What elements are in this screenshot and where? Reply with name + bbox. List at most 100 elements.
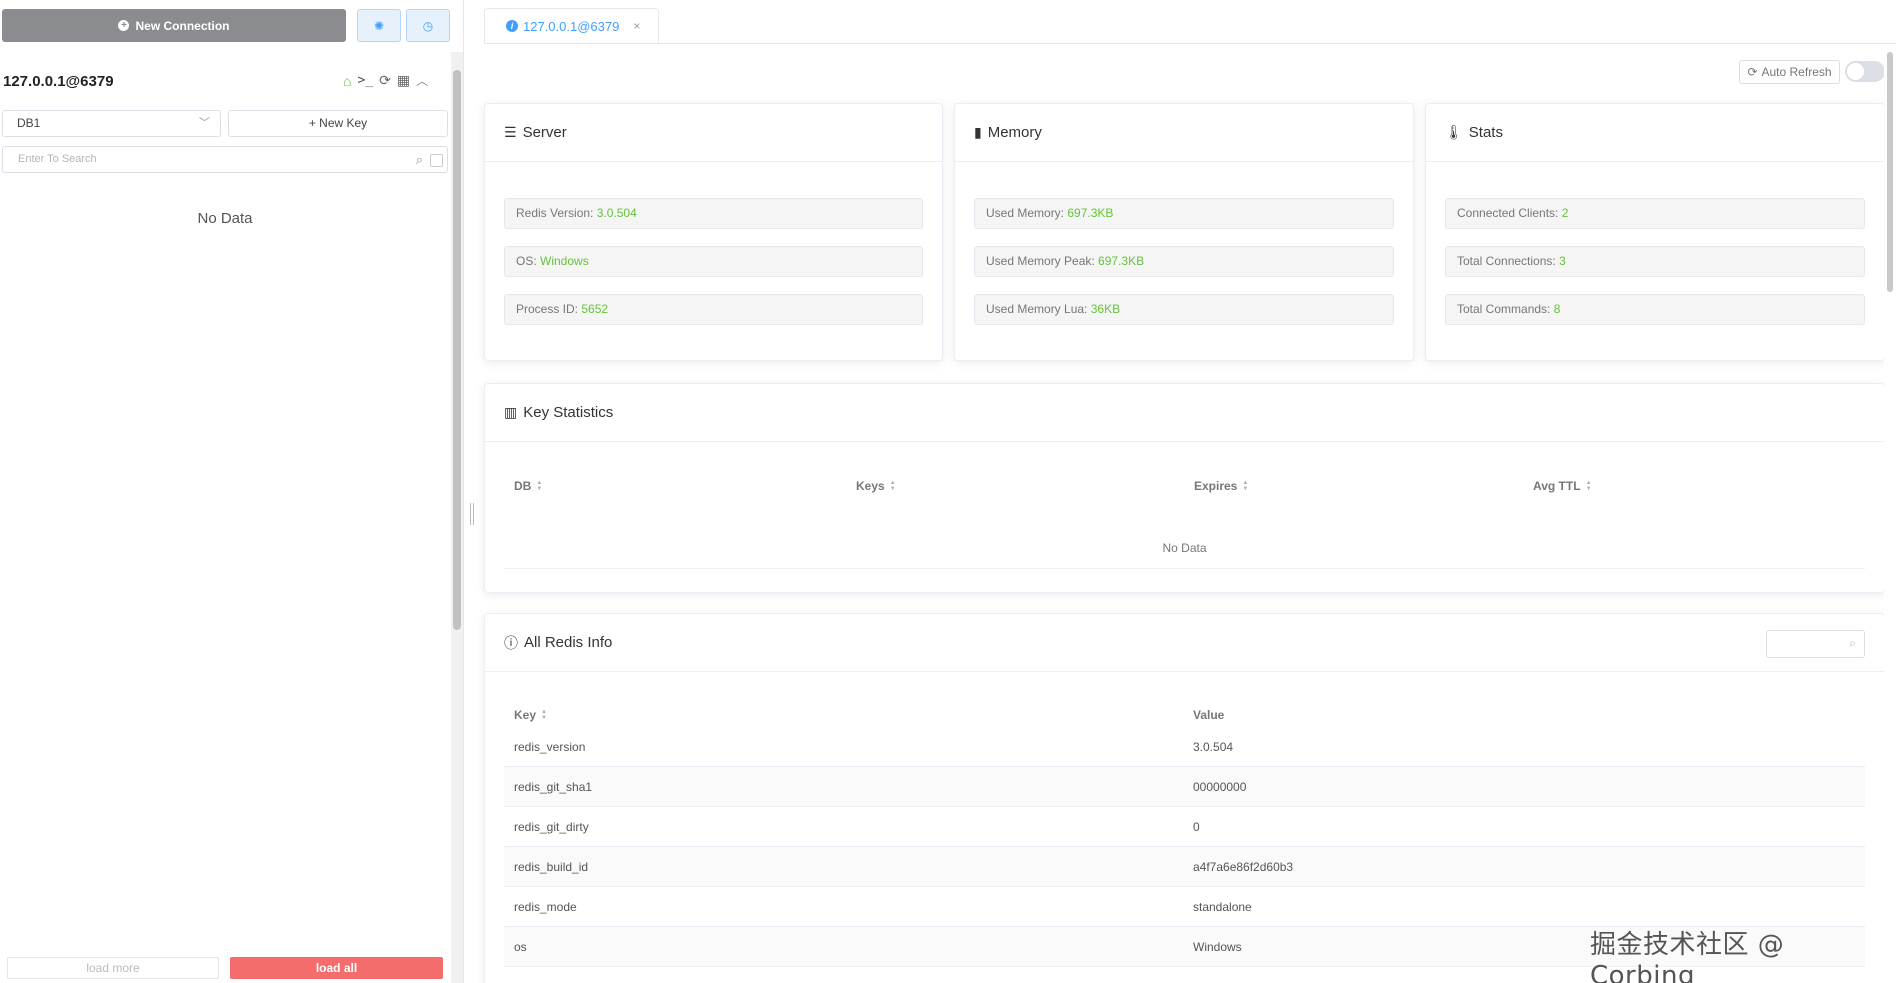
key-statistics-title: Key Statistics [523,404,614,421]
chevron-up-icon[interactable]: ︿ [416,72,428,89]
new-connection-button[interactable]: + New Connection [2,9,346,42]
info-icon: i [506,20,518,32]
sort-icon[interactable]: ▲ ▼ [1242,480,1248,492]
memory-card-header: ▮ Memory [955,104,1413,162]
auto-refresh-toggle[interactable] [1845,61,1885,82]
info-circle-icon: ⓘ [504,634,518,651]
stats-info-row: Total Connections: 3 [1445,246,1865,277]
all-redis-info-title: All Redis Info [524,634,613,651]
column-header-expires[interactable]: Expires ▲ ▼ [1194,479,1248,493]
server-info-row: Process ID: 5652 [504,294,923,325]
new-connection-label: New Connection [135,18,230,33]
sidebar-scrollbar-thumb[interactable] [453,70,461,630]
grid-icon[interactable]: ▦ [397,72,410,89]
info-value: 3 [1559,254,1566,268]
column-label: Keys [856,479,885,493]
info-value: 697.3KB [1098,254,1145,268]
info-label: Process ID: [516,302,582,316]
column-header-avg-ttl[interactable]: Avg TTL ▲ ▼ [1533,479,1592,493]
key-statistics-empty: No Data [504,527,1865,569]
sidebar-scrollbar[interactable] [451,52,463,983]
server-info-row: Redis Version: 3.0.504 [504,198,923,229]
sort-icon[interactable]: ▲ ▼ [536,480,542,492]
all-redis-info-header: ⓘ All Redis Info [485,614,1884,672]
thermometer-icon: 🌡 [1445,124,1463,140]
column-header-key[interactable]: Key ▲ ▼ [514,708,547,722]
info-value: 2 [1561,206,1569,220]
row-value: 0 [1193,820,1200,834]
row-value: 3.0.504 [1193,740,1234,754]
table-row: redis_git_dirty 0 [504,807,1865,847]
key-statistics-table: DB ▲ ▼ Keys ▲ ▼ Expires ▲ ▼ Avg TTL ▲ ▼ No D… [504,479,1865,579]
main-scrollbar-thumb[interactable] [1887,52,1893,292]
row-key: redis_git_sha1 [514,780,593,794]
gear-icon: ✺ [373,18,385,33]
key-search-input[interactable]: Enter To Search ⌕ [2,146,448,173]
toggle-knob [1847,63,1864,80]
search-icon[interactable]: ⌕ [416,147,423,172]
resize-handle[interactable] [470,503,474,525]
column-header-value: Value [1193,708,1224,722]
server-card-header: ☰ Server [485,104,942,162]
sidebar-toolbar: + New Connection ✺ ◷ [2,9,458,42]
info-label: Used Memory Peak: [986,254,1099,268]
watermark: 掘金技术社区 @ Corbing [1590,930,1785,983]
stats-card-header: 🌡 Stats [1426,104,1884,162]
plus-circle-icon: + [118,20,130,31]
main-scrollbar[interactable] [1884,52,1896,983]
key-list-empty: No Data [197,210,253,227]
info-value: 697.3KB [1067,206,1114,220]
key-search-placeholder: Enter To Search [18,153,97,165]
info-label: OS: [516,254,541,268]
db-select-value: DB1 [17,116,41,130]
table-row: redis_build_id a4f7a6e86f2d60b3 [504,847,1865,887]
stats-info-row: Total Commands: 8 [1445,294,1865,325]
new-key-button[interactable]: + New Key [228,110,448,137]
exact-search-checkbox[interactable] [430,154,443,167]
server-icon: ☰ [504,124,517,140]
connection-name[interactable]: 127.0.0.1@6379 [3,73,114,90]
memory-info-row: Used Memory: 697.3KB [974,198,1394,229]
server-info-row: OS: Windows [504,246,923,277]
sort-icon[interactable]: ▲ ▼ [1586,480,1592,492]
table-row: redis_version 3.0.504 [504,727,1865,767]
tab-connection[interactable]: i 127.0.0.1@6379 × [484,8,659,44]
info-label: Used Memory: [986,206,1068,220]
info-value: Windows [540,254,589,268]
sidebar: + New Connection ✺ ◷ 127.0.0.1@6379 ⌂ >_… [0,0,463,983]
load-more-button[interactable]: load more [7,957,219,979]
row-key: os [514,940,527,954]
info-value: 36KB [1090,302,1121,316]
settings-button[interactable]: ✺ [357,9,401,42]
load-all-button[interactable]: load all [230,957,443,979]
info-label: Total Connections: [1457,254,1560,268]
redis-info-search-input[interactable]: ⌕ [1766,630,1865,658]
column-label: Avg TTL [1533,479,1581,493]
row-key: redis_git_dirty [514,820,589,834]
search-icon: ⌕ [1849,636,1856,650]
tab-label: 127.0.0.1@6379 [523,18,620,34]
column-label: Value [1193,708,1225,722]
stats-info-row: Connected Clients: 2 [1445,198,1865,229]
column-header-db[interactable]: DB ▲ ▼ [514,479,542,493]
history-button[interactable]: ◷ [406,9,450,42]
info-label: Total Commands: [1457,302,1554,316]
close-icon[interactable]: × [633,19,640,33]
chevron-down-icon: ﹀ [199,117,210,129]
home-icon[interactable]: ⌂ [343,73,351,89]
pane-divider [463,0,464,983]
refresh-icon: ⟳ [1747,65,1758,79]
auto-refresh-button[interactable]: ⟳ Auto Refresh [1739,60,1840,84]
auto-refresh-label: Auto Refresh [1761,65,1832,79]
app-window: + New Connection ✺ ◷ 127.0.0.1@6379 ⌂ >_… [0,0,1896,983]
row-value: Windows [1193,940,1242,954]
terminal-icon[interactable]: >_ [357,73,373,88]
db-select[interactable]: DB1 ﹀ [2,110,221,137]
column-header-keys[interactable]: Keys ▲ ▼ [856,479,896,493]
sort-icon[interactable]: ▲ ▼ [541,709,547,721]
info-value: 5652 [581,302,609,316]
connection-actions: ⌂ >_ ⟳ ▦ ︿ [343,72,428,89]
sort-icon[interactable]: ▲ ▼ [890,480,896,492]
refresh-icon[interactable]: ⟳ [379,72,391,89]
memory-icon: ▮ [974,124,982,140]
